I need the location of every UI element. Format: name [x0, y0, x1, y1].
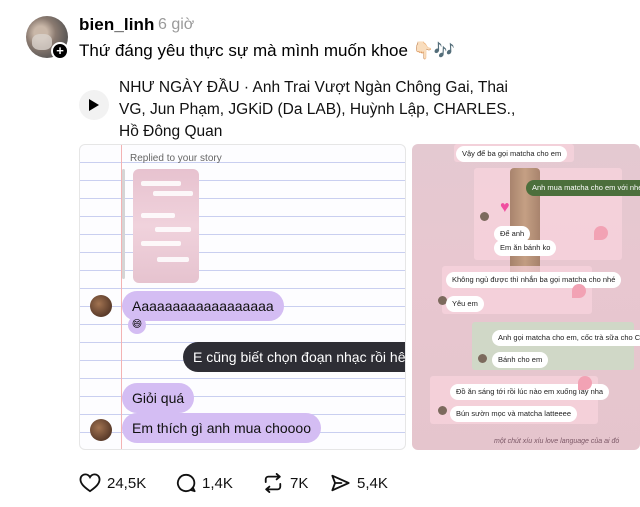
mini-avatar: [438, 406, 447, 415]
music-info[interactable]: NHƯ NGÀY ĐẦU · Anh Trai Vượt Ngàn Chông …: [119, 77, 519, 143]
follow-plus-icon[interactable]: +: [51, 42, 69, 60]
message-bubble: Em thích gì anh mua choooo: [122, 413, 321, 443]
chat-chip: Bánh cho em: [492, 352, 549, 368]
comment-count: 1,4K: [202, 474, 233, 492]
play-button[interactable]: [79, 90, 109, 120]
replied-label: Replied to your story: [130, 153, 222, 164]
message-bubble: E cũng biết chọn đoạn nhạc rồi hê hê: [183, 342, 405, 372]
comment-icon: [176, 473, 196, 493]
play-icon: [89, 99, 99, 111]
send-icon: [331, 474, 350, 492]
chat-chip: Em ăn bánh ko: [494, 240, 557, 256]
chat-chip: Bún sườn mọc và matcha latteeee: [450, 406, 577, 422]
chat-chip: Anh gọi matcha cho em, cốc trà sữa cho C…: [492, 330, 640, 346]
flower-decoration: [578, 376, 592, 390]
sender-avatar: [90, 419, 112, 441]
message-bubble: Giỏi quá: [122, 383, 195, 413]
chat-chip: Vậy để ba gọi matcha cho em: [456, 146, 568, 162]
repost-count: 7K: [290, 474, 309, 492]
like-button[interactable]: 24,5K: [79, 471, 146, 495]
story-thumbnail: [133, 169, 199, 283]
comment-button[interactable]: 1,4K: [176, 471, 233, 495]
attached-image-chat[interactable]: Replied to your story Aaaaaaaaaaaaaaaaaa…: [79, 144, 406, 450]
attached-image-collage[interactable]: Vậy để ba gọi matcha cho em Anh mua matc…: [412, 144, 640, 450]
flower-decoration: [572, 284, 586, 298]
reaction-emoji: 😄: [128, 316, 146, 334]
chat-chip: Yêu em: [446, 296, 484, 312]
chat-chip: Anh mua matcha cho em với nhé: [526, 180, 640, 196]
post-time: 6 giờ: [158, 16, 195, 33]
mini-avatar: [478, 354, 487, 363]
mini-avatar: [480, 212, 489, 221]
username[interactable]: bien_linh: [79, 15, 155, 35]
share-button[interactable]: 5,4K: [330, 471, 388, 495]
heart-outline-icon: [79, 473, 101, 493]
flower-decoration: [594, 226, 608, 240]
sender-avatar: [90, 295, 112, 317]
repost-button[interactable]: 7K: [262, 471, 308, 495]
message-bubble: Aaaaaaaaaaaaaaaaaa: [122, 291, 284, 321]
post-caption: Thứ đáng yêu thực sự mà mình muốn khoe 👇…: [79, 41, 456, 60]
repost-icon: [264, 473, 282, 493]
collage-footer-text: một chút xíu xíu love language của ai đó: [494, 438, 620, 445]
like-count: 24,5K: [107, 474, 147, 492]
share-count: 5,4K: [357, 474, 388, 492]
chat-chip: Không ngủ được thì nhắn ba gọi matcha ch…: [446, 272, 622, 288]
heart-icon: ♥: [500, 199, 510, 216]
story-reply-bar: [122, 169, 125, 279]
